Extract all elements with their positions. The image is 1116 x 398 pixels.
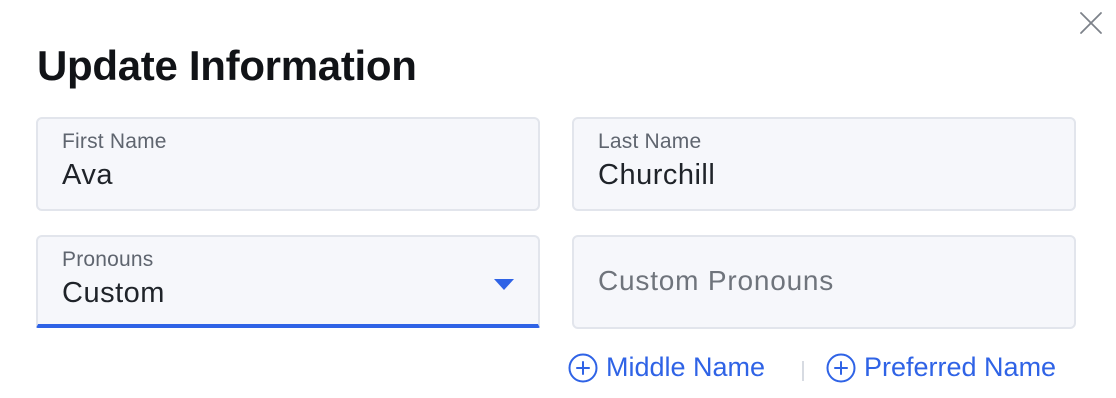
last-name-label: Last Name	[598, 130, 702, 153]
update-information-dialog: Update Information First Name Ava Last N…	[0, 0, 1116, 398]
close-button[interactable]	[1072, 4, 1110, 42]
plus-circle-icon	[568, 353, 598, 382]
dialog-title: Update Information	[37, 42, 417, 89]
pronouns-value: Custom	[62, 277, 165, 309]
pronouns-label: Pronouns	[62, 248, 154, 271]
pronouns-select[interactable]: Pronouns Custom	[36, 235, 540, 328]
close-icon	[1080, 12, 1102, 34]
first-name-value: Ava	[62, 159, 113, 191]
add-preferred-name-link[interactable]: Preferred Name	[826, 352, 1056, 383]
preferred-name-label: Preferred Name	[864, 352, 1057, 382]
custom-pronouns-placeholder: Custom Pronouns	[598, 265, 835, 296]
chevron-down-icon	[494, 279, 514, 290]
link-divider	[802, 361, 804, 381]
last-name-value: Churchill	[598, 159, 716, 191]
plus-circle-icon	[826, 353, 856, 382]
add-middle-name-link[interactable]: Middle Name	[568, 352, 765, 383]
custom-pronouns-input[interactable]: Custom Pronouns	[572, 235, 1076, 329]
last-name-field[interactable]: Last Name Churchill	[572, 117, 1076, 211]
first-name-label: First Name	[62, 130, 167, 153]
first-name-field[interactable]: First Name Ava	[36, 117, 540, 211]
middle-name-label: Middle Name	[606, 352, 766, 382]
